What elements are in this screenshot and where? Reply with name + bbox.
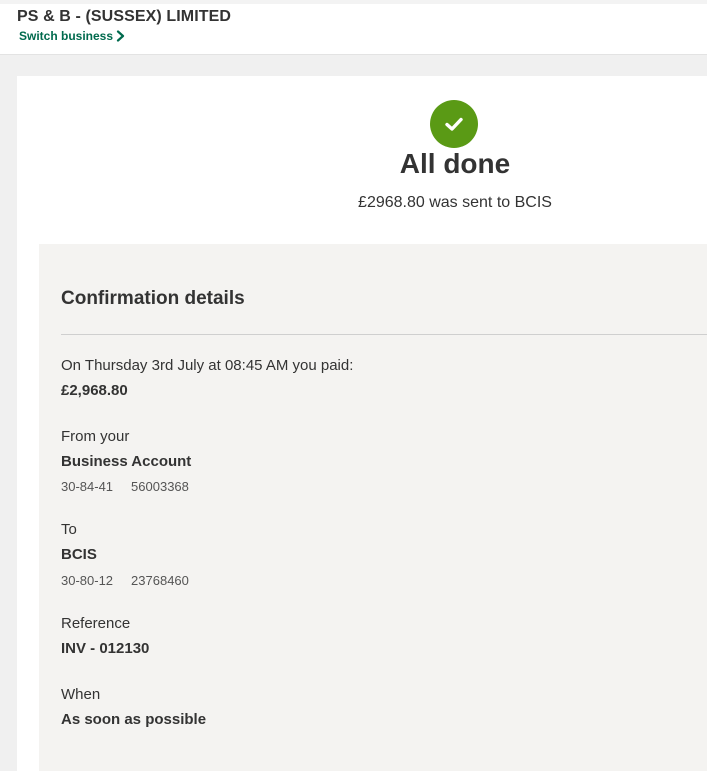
check-icon (430, 100, 478, 148)
from-account-name: Business Account (61, 453, 192, 470)
to-payee-name: BCIS (61, 546, 97, 563)
when-value: As soon as possible (61, 711, 207, 728)
from-sort-code: 30-84-41 (61, 479, 114, 494)
reference-label: Reference (61, 615, 131, 632)
chevron-right-icon (116, 30, 125, 42)
payment-summary: £2968.80 was sent to BCIS (358, 194, 552, 211)
switch-business-link[interactable]: Switch business (19, 29, 125, 43)
paid-label: On Thursday 3rd July at 08:45 AM you pai… (61, 357, 354, 374)
from-account-number: 56003368 (131, 479, 189, 494)
from-account-details: 30-84-41 56003368 (61, 479, 189, 494)
confirmation-details-heading: Confirmation details (61, 288, 245, 309)
confirmation-card: All done £2968.80 was sent to BCIS Confi… (17, 76, 707, 771)
page-title: All done (399, 148, 511, 179)
divider (61, 334, 707, 335)
business-name: PS & B - (SUSSEX) LIMITED (17, 8, 232, 25)
switch-business-label: Switch business (19, 29, 114, 43)
to-account-number: 23768460 (131, 573, 189, 588)
from-label: From your (61, 428, 130, 445)
confirmation-details-panel: Confirmation details On Thursday 3rd Jul… (39, 244, 707, 771)
to-account-details: 30-80-12 23768460 (61, 573, 189, 588)
reference-value: INV - 012130 (61, 640, 150, 657)
to-label: To (61, 521, 77, 538)
to-sort-code: 30-80-12 (61, 573, 114, 588)
business-header: PS & B - (SUSSEX) LIMITED Switch busines… (0, 0, 707, 55)
paid-amount: £2,968.80 (61, 382, 128, 399)
when-label: When (61, 686, 101, 703)
